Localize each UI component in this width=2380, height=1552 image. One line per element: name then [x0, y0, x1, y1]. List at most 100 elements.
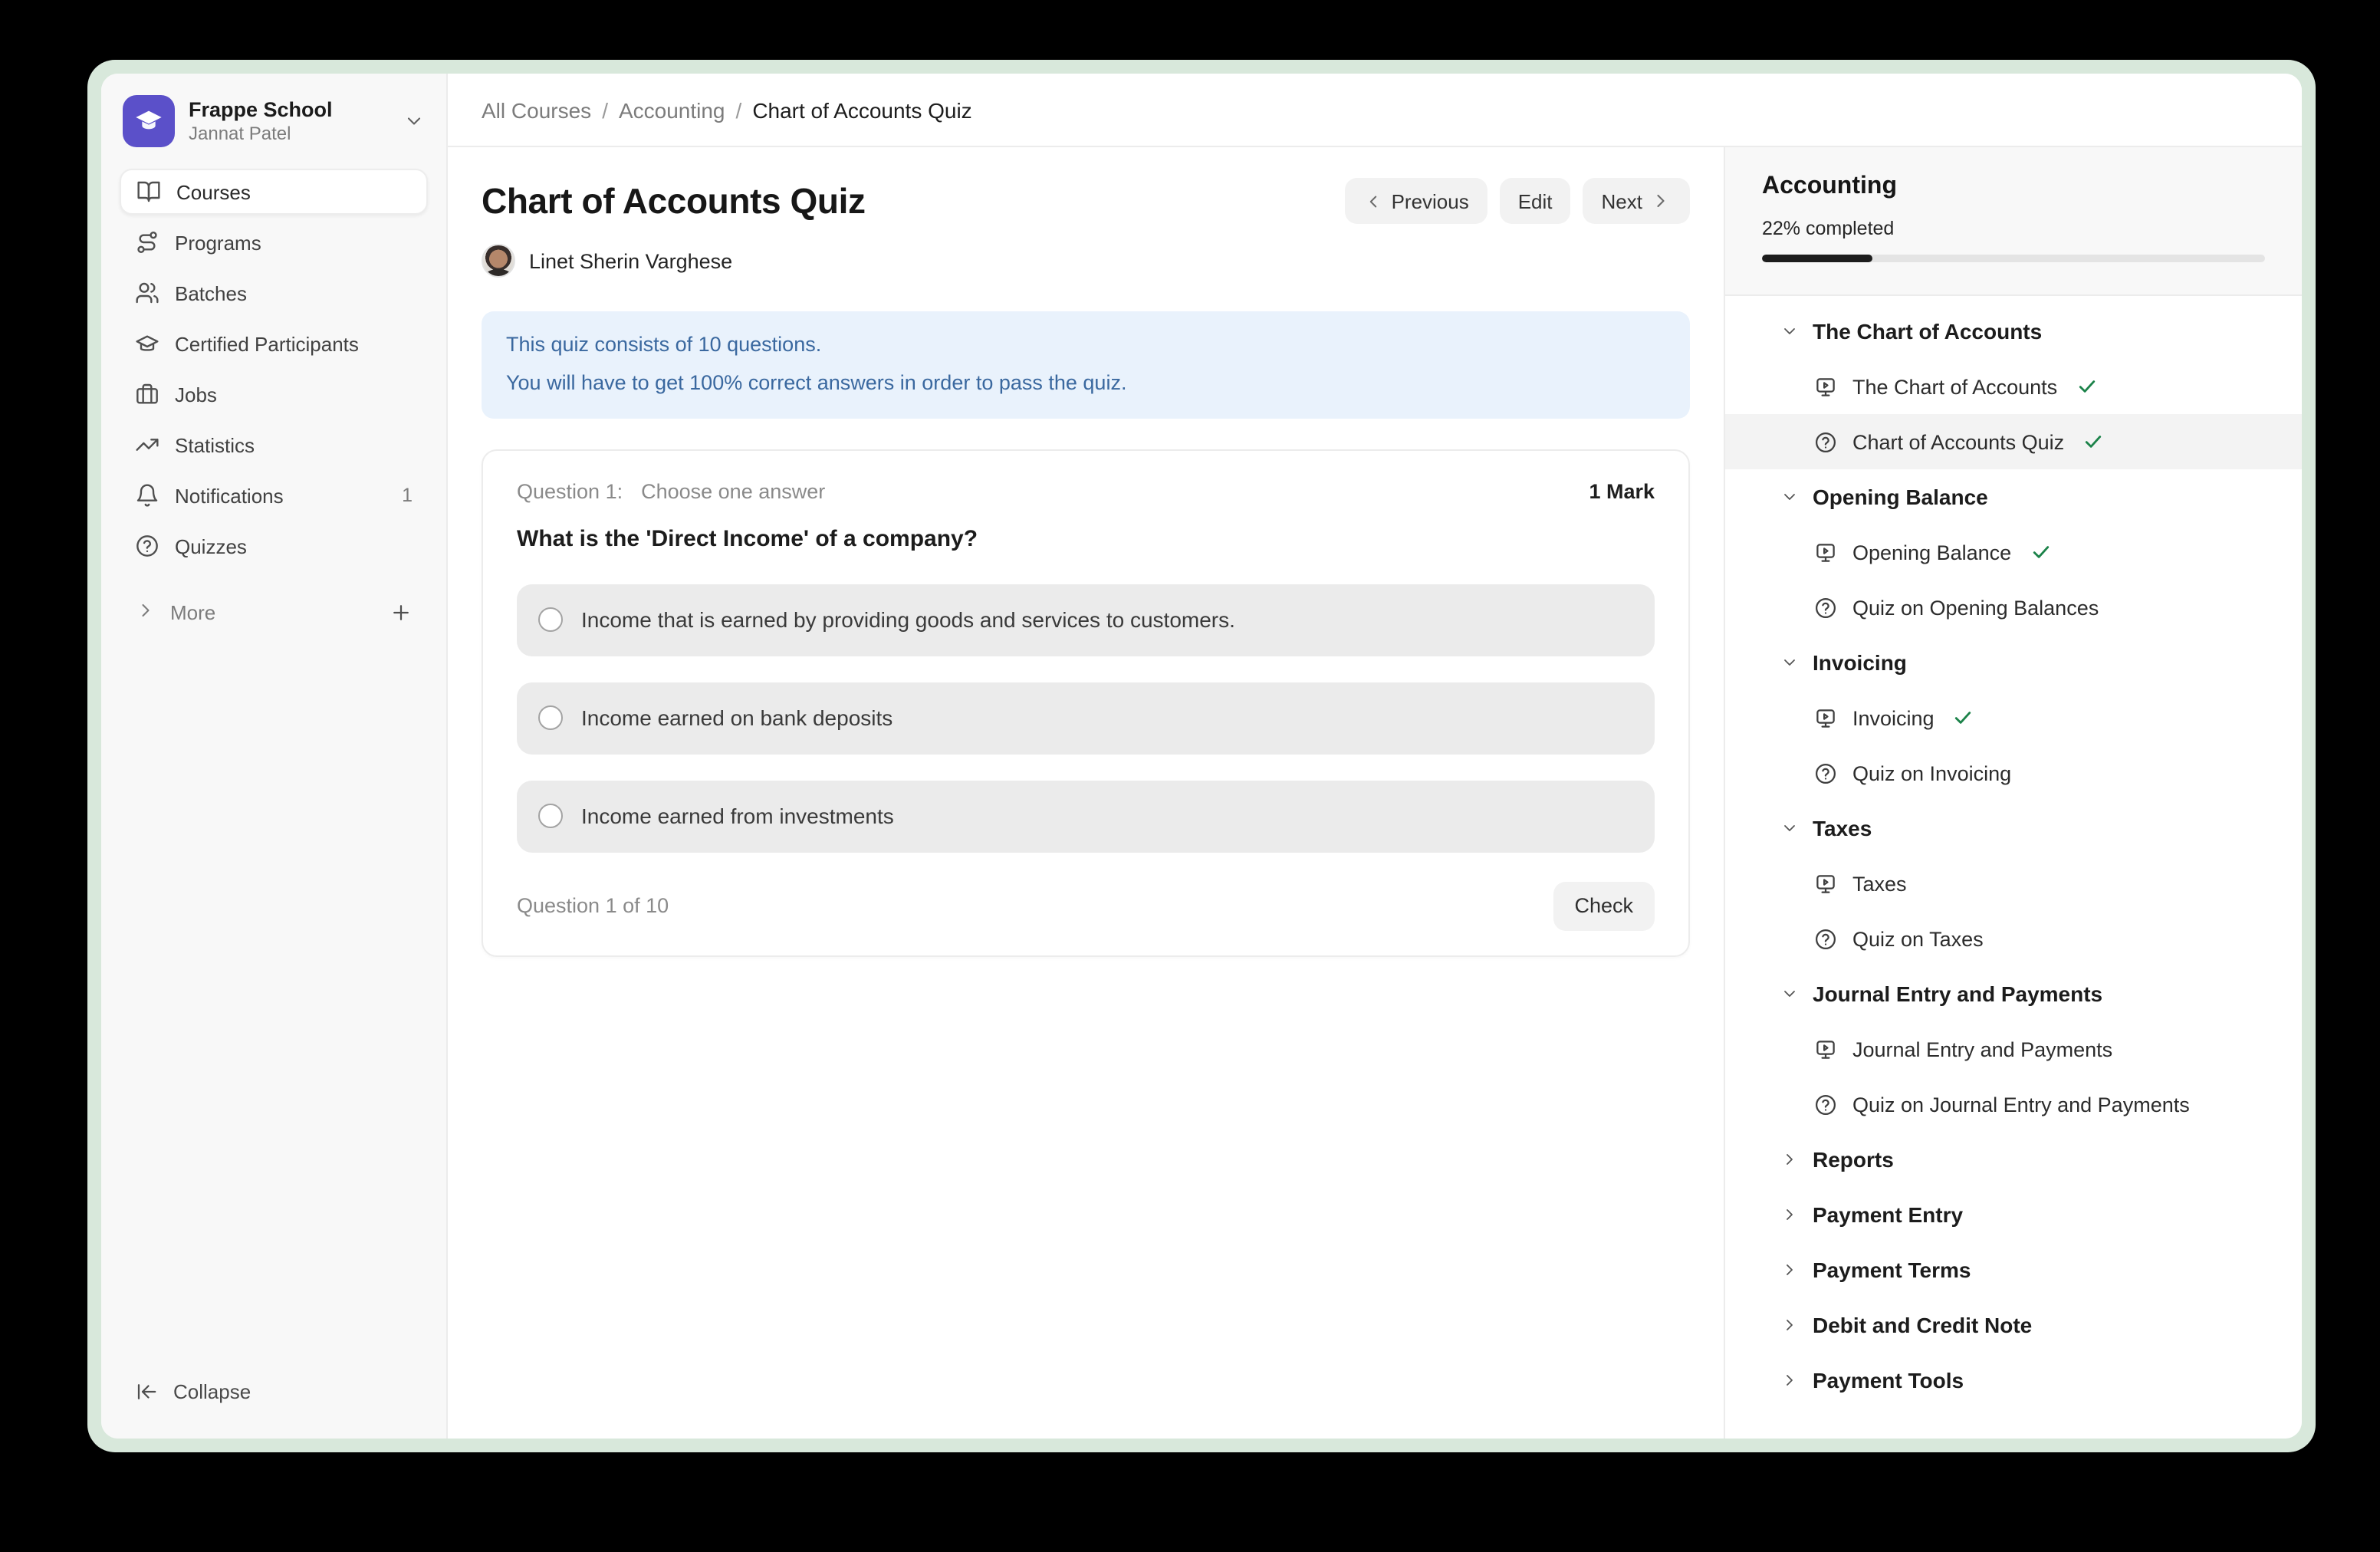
answer-option-label: Income that is earned by providing goods…	[581, 608, 1235, 633]
chevron-down-icon	[1780, 819, 1799, 837]
breadcrumb-current: Chart of Accounts Quiz	[752, 97, 971, 122]
outline-section-payment-terms[interactable]: Payment Terms	[1725, 1242, 2302, 1297]
breadcrumb-link-accounting[interactable]: Accounting	[619, 97, 725, 122]
question-number: Question 1:	[517, 480, 623, 503]
add-icon[interactable]	[390, 600, 413, 623]
quiz-icon	[1814, 430, 1837, 453]
completed-check-icon	[2030, 541, 2051, 563]
outline-item-label: Chart of Accounts Quiz	[1852, 430, 2064, 453]
outline-section-opening-balance[interactable]: Opening Balance	[1725, 469, 2302, 524]
answer-option[interactable]: Income that is earned by providing goods…	[517, 584, 1655, 656]
quiz-icon	[1814, 596, 1837, 619]
outline-section-label: Payment Entry	[1813, 1202, 1963, 1227]
sidebar-item-batches[interactable]: Batches	[120, 270, 428, 316]
answer-options: Income that is earned by providing goods…	[517, 584, 1655, 853]
outline-lesson-opening-balance[interactable]: Opening Balance	[1725, 524, 2302, 580]
answer-option[interactable]: Income earned from investments	[517, 781, 1655, 853]
quiz-info-line: You will have to get 100% correct answer…	[506, 365, 1665, 403]
outline-quiz-quiz-on-taxes[interactable]: Quiz on Taxes	[1725, 911, 2302, 966]
radio-button-icon[interactable]	[538, 804, 563, 829]
users-icon	[135, 281, 159, 305]
outline-section-label: Journal Entry and Payments	[1813, 982, 2102, 1006]
sidebar-item-certified-participants[interactable]: Certified Participants	[120, 321, 428, 367]
workspace-switcher[interactable]: Frappe School Jannat Patel	[123, 95, 428, 147]
course-outline-panel: Accounting 22% completed The Chart of Ac…	[1724, 147, 2302, 1439]
question-card: Question 1: Choose one answer 1 Mark Wha…	[482, 449, 1690, 957]
sidebar-item-quizzes[interactable]: Quizzes	[120, 523, 428, 569]
outline-section-label: Debit and Credit Note	[1813, 1313, 2032, 1337]
help-circle-icon	[135, 534, 159, 558]
outline-section-label: The Chart of Accounts	[1813, 319, 2042, 344]
outline-item-label: Opening Balance	[1852, 541, 2011, 564]
lesson-icon	[1814, 375, 1837, 398]
chevron-right-icon	[1780, 1150, 1799, 1169]
collapse-sidebar-button[interactable]: Collapse	[120, 1368, 428, 1414]
chevron-right-icon	[1780, 1205, 1799, 1224]
course-progress-bar	[1762, 255, 2265, 262]
sidebar-item-label: Programs	[175, 231, 261, 254]
outline-section-debit-and-credit-note[interactable]: Debit and Credit Note	[1725, 1297, 2302, 1353]
quiz-icon	[1814, 1093, 1837, 1116]
outline-section-payment-entry[interactable]: Payment Entry	[1725, 1187, 2302, 1242]
outline-section-payment-tools[interactable]: Payment Tools	[1725, 1353, 2302, 1408]
sidebar-item-notifications[interactable]: Notifications1	[120, 472, 428, 518]
sidebar-item-jobs[interactable]: Jobs	[120, 371, 428, 417]
outline-item-label: Taxes	[1852, 872, 1907, 895]
outline-quiz-quiz-on-journal-entry-and-payments[interactable]: Quiz on Journal Entry and Payments	[1725, 1077, 2302, 1132]
chevron-down-icon	[1780, 488, 1799, 506]
course-panel-header: Accounting 22% completed	[1725, 147, 2302, 296]
outline-lesson-invoicing[interactable]: Invoicing	[1725, 690, 2302, 745]
page-header: Chart of Accounts Quiz Previous Edit	[482, 178, 1690, 224]
answer-option[interactable]: Income earned on bank deposits	[517, 682, 1655, 755]
outline-section-label: Invoicing	[1813, 650, 1907, 675]
edit-button[interactable]: Edit	[1500, 178, 1571, 224]
radio-button-icon[interactable]	[538, 706, 563, 731]
pagination-buttons: Previous Edit Next	[1346, 178, 1690, 224]
sidebar-item-label: Certified Participants	[175, 332, 359, 355]
outline-quiz-quiz-on-opening-balances[interactable]: Quiz on Opening Balances	[1725, 580, 2302, 635]
sidebar-item-label: Quizzes	[175, 534, 247, 557]
screen: Frappe School Jannat Patel Courses Progra…	[0, 0, 2380, 1552]
page-title: Chart of Accounts Quiz	[482, 180, 866, 222]
completed-check-icon	[1953, 707, 1974, 728]
radio-button-icon[interactable]	[538, 608, 563, 633]
sidebar-item-more[interactable]: More	[120, 590, 428, 633]
author-name: Linet Sherin Varghese	[529, 249, 732, 272]
outline-section-label: Payment Tools	[1813, 1368, 1964, 1393]
outline-quiz-quiz-on-invoicing[interactable]: Quiz on Invoicing	[1725, 745, 2302, 801]
completed-check-icon	[2082, 431, 2104, 452]
outline-item-label: Quiz on Taxes	[1852, 927, 1984, 950]
outline-lesson-taxes[interactable]: Taxes	[1725, 856, 2302, 911]
outline-section-reports[interactable]: Reports	[1725, 1132, 2302, 1187]
question-text: What is the 'Direct Income' of a company…	[517, 526, 1655, 552]
sidebar-item-statistics[interactable]: Statistics	[120, 422, 428, 468]
quiz-icon	[1814, 761, 1837, 784]
main-content: Chart of Accounts Quiz Previous Edit	[448, 147, 1724, 1439]
lesson-icon	[1814, 541, 1837, 564]
window-frame: Frappe School Jannat Patel Courses Progra…	[87, 60, 2316, 1452]
previous-button[interactable]: Previous	[1346, 178, 1488, 224]
breadcrumb-link-all-courses[interactable]: All Courses	[482, 97, 591, 122]
notification-count-badge: 1	[402, 485, 413, 506]
outline-section-the-chart-of-accounts[interactable]: The Chart of Accounts	[1725, 304, 2302, 359]
trending-up-icon	[135, 432, 159, 457]
outline-item-label: Quiz on Journal Entry and Payments	[1852, 1093, 2190, 1116]
outline-lesson-journal-entry-and-payments[interactable]: Journal Entry and Payments	[1725, 1021, 2302, 1077]
outline-section-journal-entry-and-payments[interactable]: Journal Entry and Payments	[1725, 966, 2302, 1021]
sidebar-nav: Courses Programs Batches Certified Particip…	[101, 166, 446, 569]
topbar: All Courses/Accounting/Chart of Accounts…	[448, 74, 2302, 147]
check-button[interactable]: Check	[1553, 882, 1655, 931]
outline-section-taxes[interactable]: Taxes	[1725, 801, 2302, 856]
sidebar-item-courses[interactable]: Courses	[120, 169, 428, 215]
outline-lesson-the-chart-of-accounts[interactable]: The Chart of Accounts	[1725, 359, 2302, 414]
briefcase-icon	[135, 382, 159, 406]
outline-quiz-chart-of-accounts-quiz[interactable]: Chart of Accounts Quiz	[1725, 414, 2302, 469]
graduation-cap-icon	[135, 331, 159, 356]
outline-section-label: Taxes	[1813, 816, 1872, 840]
outline-section-invoicing[interactable]: Invoicing	[1725, 635, 2302, 690]
next-button[interactable]: Next	[1583, 178, 1690, 224]
collapse-label: Collapse	[173, 1379, 251, 1402]
chevron-right-icon	[1780, 1316, 1799, 1334]
sidebar-item-programs[interactable]: Programs	[120, 219, 428, 265]
workspace-title: Frappe School	[189, 98, 390, 121]
